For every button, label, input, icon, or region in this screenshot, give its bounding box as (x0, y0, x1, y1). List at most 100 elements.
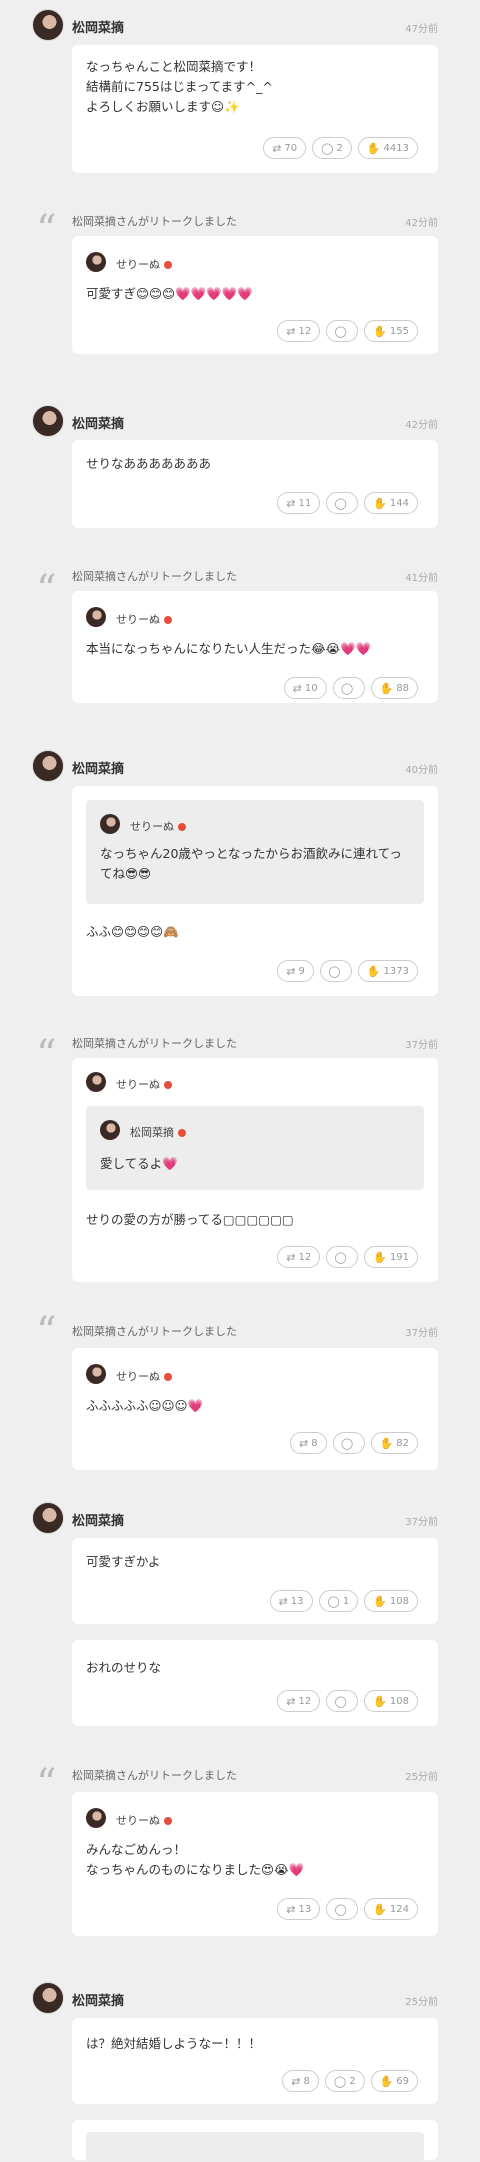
post-card: なっちゃんこと松岡菜摘です！ 結構前に755はじまってます^_^ よろしくお願い… (72, 45, 438, 173)
post-text: は？絶対結婚しようなー！！！ (86, 2036, 262, 2051)
retalk-button[interactable]: ⇄ 8 (289, 1432, 327, 1454)
retalk-label: 松岡菜摘さんがリトークしました (72, 1037, 237, 1050)
quoted-author[interactable]: せりーぬ (130, 818, 186, 834)
post-text: みんなごめんっ！ なっちゃんのものになりました😍😭💗 (86, 1842, 305, 1877)
retalk-icon: ⇄ (298, 1436, 309, 1450)
retalk-button[interactable]: ⇄ 11 (277, 492, 321, 514)
quoted-text: なっちゃん20歳やっとなったからお酒飲みに連れてってね😎😎 (100, 846, 402, 881)
nested-author[interactable]: 松岡菜摘 (130, 1124, 186, 1140)
retalk-button[interactable]: ⇄ 8 (282, 2070, 319, 2092)
hand-icon: ✋ (373, 1594, 387, 1608)
comment-button[interactable]: ◯ (332, 677, 365, 699)
post-text: ふふふふふ☺☺☺💗 (86, 1398, 204, 1413)
comment-button[interactable]: ◯ (319, 960, 352, 982)
post-text: せりの愛の方が勝ってる▢▢▢▢▢▢ (86, 1212, 294, 1227)
nested-avatar[interactable] (100, 1120, 120, 1140)
like-button[interactable]: ✋ 191 (364, 1246, 418, 1268)
retalk-button[interactable]: ⇄ 12 (277, 1246, 321, 1268)
like-button[interactable]: ✋ 144 (364, 492, 418, 514)
retalk-button[interactable]: ⇄ 10 (283, 677, 327, 699)
author-name[interactable]: 松岡菜摘 (72, 413, 124, 432)
hand-icon: ✋ (379, 681, 394, 695)
quote-icon: “ (36, 1032, 57, 1078)
retalk-icon: ⇄ (286, 1902, 296, 1916)
retalk-button[interactable]: ⇄ 12 (277, 320, 321, 342)
comment-button[interactable]: ◯ (332, 1432, 365, 1454)
quoted-author[interactable]: せりーぬ (116, 1812, 172, 1828)
quoted-post[interactable]: せりーぬ なっちゃん20歳やっとなったからお酒飲みに連れてってね😎😎 (86, 800, 424, 904)
timestamp: 37分前 (405, 1040, 438, 1051)
comment-button[interactable]: ◯ (326, 1690, 359, 1712)
retalk-icon: ⇄ (291, 2074, 301, 2088)
comment-button[interactable]: ◯ 1 (318, 1590, 359, 1612)
author-name[interactable]: 松岡菜摘 (72, 17, 124, 36)
comment-icon: ◯ (327, 1594, 340, 1608)
nested-quoted-post[interactable]: 松岡菜摘 愛してるよ💗 (86, 1106, 424, 1190)
like-button[interactable]: ✋ 155 (364, 320, 418, 342)
quoted-author[interactable]: せりーぬ (116, 611, 172, 627)
timestamp: 25分前 (405, 1997, 438, 2008)
comment-icon: ◯ (334, 1902, 347, 1916)
hand-icon: ✋ (373, 324, 387, 338)
verified-icon (164, 1817, 172, 1825)
retalk-button[interactable]: ⇄ 12 (277, 1690, 321, 1712)
post-text: 本当になっちゃんになりたい人生だった😂😭💗💗 (86, 641, 372, 656)
quoted-avatar[interactable] (86, 607, 106, 627)
quoted-avatar[interactable] (86, 252, 106, 272)
like-button[interactable]: ✋ 1373 (357, 960, 418, 982)
comment-button[interactable]: ◯ (326, 1898, 359, 1920)
quoted-avatar[interactable] (100, 814, 120, 834)
comment-button[interactable]: ◯ (326, 492, 359, 514)
post-card: せりーぬ ふふふふふ☺☺☺💗 ⇄ 8 ◯ ✋ 82 (72, 1348, 438, 1470)
avatar[interactable] (32, 1502, 64, 1534)
hand-icon: ✋ (373, 1250, 387, 1264)
avatar[interactable] (32, 1982, 64, 2014)
quoted-author[interactable]: せりーぬ (116, 256, 172, 272)
quoted-avatar[interactable] (86, 1364, 106, 1384)
post-text: ふふ😊😊😊😊🙈 (86, 924, 179, 939)
quoted-author[interactable]: せりーぬ (116, 1368, 172, 1384)
comment-button[interactable]: ◯ (326, 320, 359, 342)
like-button[interactable]: ✋ 108 (364, 1590, 418, 1612)
post-text: 可愛すぎ😊😊😊💗💗💗💗💗 (86, 286, 253, 301)
like-button[interactable]: ✋ 124 (364, 1898, 418, 1920)
hand-icon: ✋ (366, 141, 381, 155)
quoted-avatar[interactable] (86, 1808, 106, 1828)
author-name[interactable]: 松岡菜摘 (72, 1990, 124, 2009)
retalk-label: 松岡菜摘さんがリトークしました (72, 1325, 237, 1338)
verified-icon (164, 261, 172, 269)
retalk-button[interactable]: ⇄ 70 (263, 137, 307, 159)
comment-icon: ◯ (334, 496, 347, 510)
retalk-label: 松岡菜摘さんがリトークしました (72, 570, 237, 583)
post-card: は？絶対結婚しようなー！！！ ⇄ 8 ◯ 2 ✋ 69 (72, 2018, 438, 2104)
comment-button[interactable]: ◯ 2 (312, 137, 352, 159)
verified-icon (164, 1081, 172, 1089)
timestamp: 25分前 (405, 1772, 438, 1783)
like-button[interactable]: ✋ 88 (370, 677, 418, 699)
verified-icon (164, 616, 172, 624)
retalk-button[interactable]: ⇄ 13 (277, 1898, 321, 1920)
comment-button[interactable]: ◯ 2 (324, 2070, 365, 2092)
like-button[interactable]: ✋ 82 (370, 1432, 418, 1454)
comment-icon: ◯ (334, 324, 347, 338)
comment-icon: ◯ (321, 141, 334, 155)
avatar[interactable] (32, 9, 64, 41)
post-card: せりなあああああああ ⇄ 11 ◯ ✋ 144 (72, 440, 438, 528)
avatar[interactable] (32, 405, 64, 437)
like-button[interactable]: ✋ 108 (364, 1690, 418, 1712)
retalk-icon: ⇄ (286, 1250, 296, 1264)
post-text: 可愛すぎかよ (86, 1554, 161, 1569)
comment-button[interactable]: ◯ (326, 1246, 359, 1268)
avatar[interactable] (32, 750, 64, 782)
retalk-button[interactable]: ⇄ 9 (277, 960, 314, 982)
hand-icon: ✋ (366, 964, 381, 978)
like-button[interactable]: ✋ 4413 (357, 137, 418, 159)
retalk-button[interactable]: ⇄ 13 (269, 1590, 313, 1612)
quoted-author[interactable]: せりーぬ (116, 1076, 172, 1092)
quoted-avatar[interactable] (86, 1072, 106, 1092)
post-card: 可愛すぎかよ ⇄ 13 ◯ 1 ✋ 108 (72, 1538, 438, 1624)
like-button[interactable]: ✋ 69 (370, 2070, 418, 2092)
timestamp: 41分前 (405, 573, 438, 584)
author-name[interactable]: 松岡菜摘 (72, 1510, 124, 1529)
author-name[interactable]: 松岡菜摘 (72, 758, 124, 777)
